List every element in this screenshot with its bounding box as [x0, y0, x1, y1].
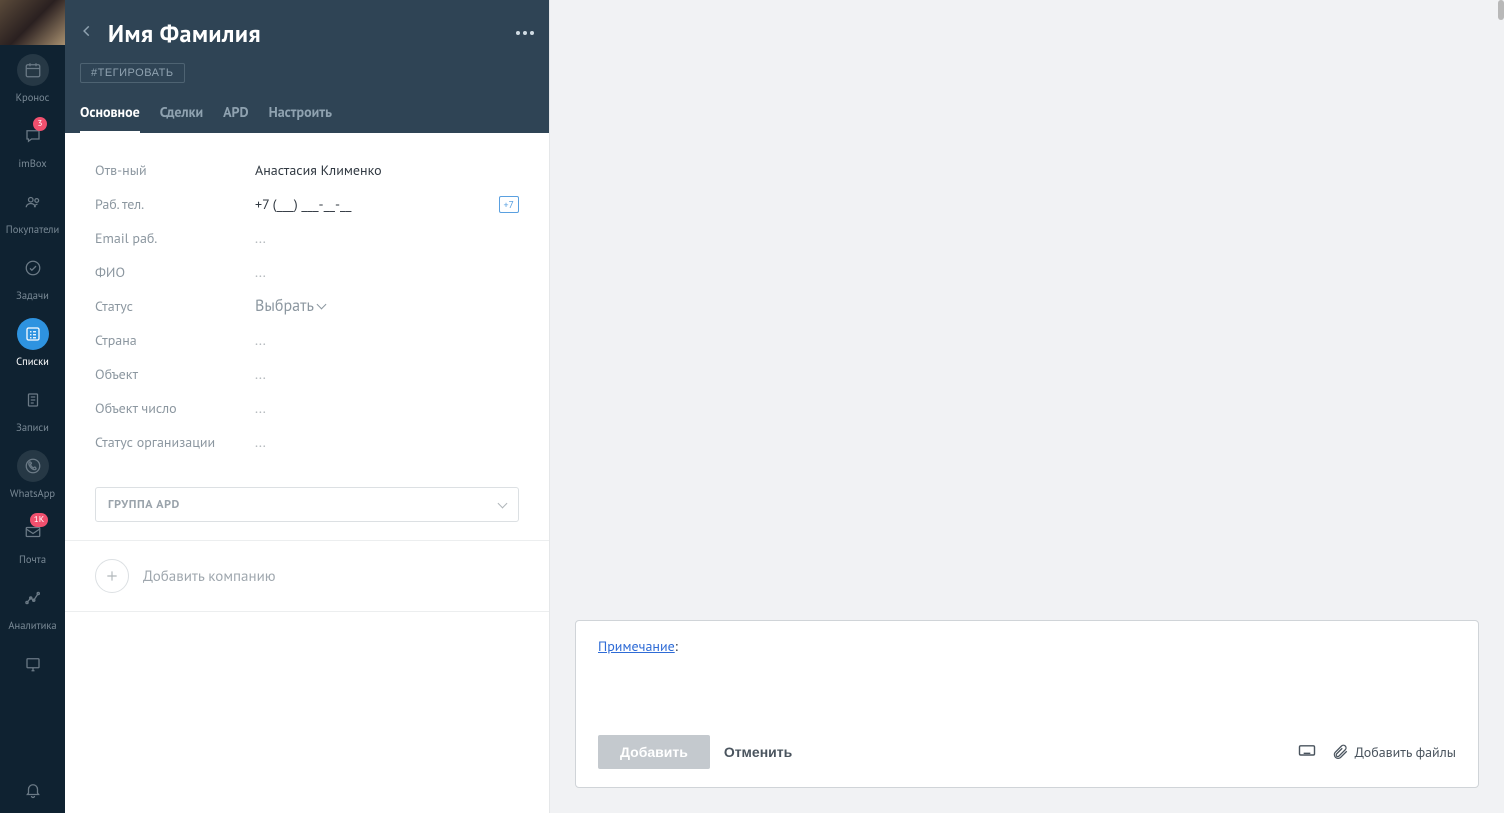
tab-deals[interactable]: Сделки	[160, 95, 203, 133]
more-button[interactable]	[516, 31, 534, 35]
whatsapp-icon	[17, 450, 49, 482]
fields: Отв-ный Анастасия Клименко Раб. тел. +7 …	[65, 133, 549, 479]
sidebar-item-buyers[interactable]: Покупатели	[0, 177, 65, 243]
tabs: Основное Сделки APD Настроить	[80, 95, 534, 133]
sidebar-item-label: WhatsApp	[10, 486, 55, 500]
phone-input[interactable]: +7 (___) ___-__-__	[255, 195, 499, 213]
colon: :	[675, 637, 678, 655]
note-type-link[interactable]: Примечание	[598, 637, 675, 655]
attach-files-button[interactable]: Добавить файлы	[1331, 743, 1456, 761]
field-label: Email раб.	[95, 229, 255, 247]
field-country: Страна ...	[95, 323, 519, 357]
field-label: Отв-ный	[95, 161, 255, 179]
field-object: Объект ...	[95, 357, 519, 391]
field-responsible: Отв-ный Анастасия Клименко	[95, 153, 519, 187]
receipt-icon	[17, 384, 49, 416]
country-input[interactable]: ...	[255, 331, 519, 349]
org-status-input[interactable]: ...	[255, 433, 519, 451]
sidebar-item-label: Аналитика	[8, 618, 56, 632]
workspace-logo[interactable]	[0, 0, 65, 45]
add-note-button[interactable]: Добавить	[598, 735, 710, 769]
field-object-number: Объект число ...	[95, 391, 519, 425]
sidebar-item-records[interactable]: Записи	[0, 375, 65, 441]
sidebar-item-label: Задачи	[16, 288, 49, 302]
activity-panel: Примечание: Добавить Отменить Добавить ф…	[550, 0, 1504, 813]
field-label: Статус организации	[95, 433, 255, 451]
object-input[interactable]: ...	[255, 365, 519, 383]
fio-input[interactable]: ...	[255, 263, 519, 281]
back-button[interactable]	[80, 20, 98, 47]
plus-icon	[95, 559, 129, 593]
field-status: Статус Выбрать	[95, 289, 519, 323]
tab-main[interactable]: Основное	[80, 95, 140, 133]
contact-panel: Имя Фамилия #ТЕГИРОВАТЬ Основное Сделки …	[65, 0, 550, 813]
people-icon	[17, 186, 49, 218]
sidebar: Кронос 3 imBox Покупатели Задачи Списки …	[0, 0, 65, 813]
sidebar-item-analytics[interactable]: Аналитика	[0, 573, 65, 639]
sidebar-item-label: Покупатели	[6, 222, 59, 236]
field-label: ФИО	[95, 263, 255, 281]
badge: 3	[33, 117, 47, 131]
note-box: Примечание: Добавить Отменить Добавить ф…	[575, 620, 1479, 788]
field-fio: ФИО ...	[95, 255, 519, 289]
sidebar-item-label: Записи	[16, 420, 49, 434]
cancel-note-button[interactable]: Отменить	[724, 744, 792, 760]
field-work-email: Email раб. ...	[95, 221, 519, 255]
add-company-label: Добавить компанию	[143, 567, 276, 586]
field-label: Страна	[95, 331, 255, 349]
panel-header: Имя Фамилия #ТЕГИРОВАТЬ Основное Сделки …	[65, 0, 549, 133]
check-icon	[17, 252, 49, 284]
analytics-icon	[17, 582, 49, 614]
sidebar-item-label: imBox	[18, 156, 46, 170]
tag-button[interactable]: #ТЕГИРОВАТЬ	[80, 63, 185, 83]
contact-title[interactable]: Имя Фамилия	[108, 18, 506, 49]
sidebar-item-label: Кронос	[16, 90, 50, 104]
sidebar-item-lists[interactable]: Списки	[0, 309, 65, 375]
chevron-down-icon	[498, 498, 508, 508]
field-value[interactable]: Анастасия Клименко	[255, 161, 519, 179]
terminal-icon	[17, 648, 49, 680]
sidebar-item-label: Почта	[19, 552, 46, 566]
field-work-phone: Раб. тел. +7 (___) ___-__-__ +7	[95, 187, 519, 221]
status-select[interactable]: Выбрать	[255, 296, 325, 316]
attach-label: Добавить файлы	[1355, 743, 1456, 761]
field-label: Статус	[95, 297, 255, 315]
field-label: Объект число	[95, 399, 255, 417]
group-label: ГРУППА APD	[108, 497, 180, 512]
group-select[interactable]: ГРУППА APD	[95, 487, 519, 522]
chevron-down-icon	[316, 300, 326, 310]
add-company-button[interactable]: Добавить компанию	[65, 541, 549, 611]
divider	[65, 611, 549, 612]
status-value: Выбрать	[255, 296, 314, 316]
object-number-input[interactable]: ...	[255, 399, 519, 417]
field-label: Объект	[95, 365, 255, 383]
sidebar-item-terminal[interactable]	[0, 639, 65, 687]
tab-settings[interactable]: Настроить	[269, 95, 332, 133]
sidebar-item-label: Списки	[16, 354, 49, 368]
note-textarea[interactable]	[576, 655, 1478, 725]
scrollbar[interactable]	[1498, 0, 1504, 20]
keyboard-icon[interactable]	[1297, 740, 1317, 765]
field-label: Раб. тел.	[95, 195, 255, 213]
calendar-icon	[17, 54, 49, 86]
phone-prefix-badge[interactable]: +7	[499, 196, 520, 213]
sidebar-item-imbox[interactable]: 3 imBox	[0, 111, 65, 177]
sidebar-item-tasks[interactable]: Задачи	[0, 243, 65, 309]
badge: 1K	[30, 513, 48, 527]
lists-icon	[17, 318, 49, 350]
sidebar-item-mail[interactable]: 1K Почта	[0, 507, 65, 573]
sidebar-item-kronos[interactable]: Кронос	[0, 45, 65, 111]
paperclip-icon	[1331, 743, 1349, 761]
field-org-status: Статус организации ...	[95, 425, 519, 459]
bell-icon	[17, 774, 49, 806]
sidebar-item-whatsapp[interactable]: WhatsApp	[0, 441, 65, 507]
tab-apd[interactable]: APD	[223, 95, 249, 133]
sidebar-item-notifications[interactable]	[0, 765, 65, 813]
email-input[interactable]: ...	[255, 229, 519, 247]
